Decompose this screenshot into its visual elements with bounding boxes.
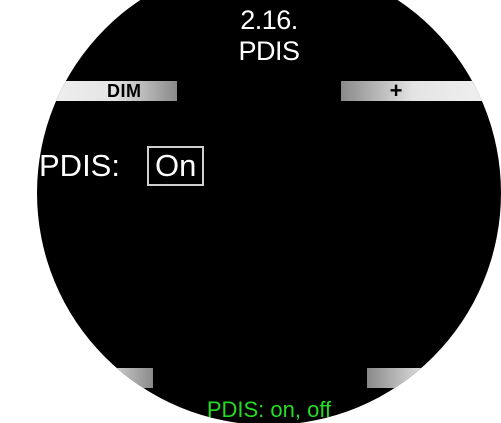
pdis-value-field[interactable]: On [147, 146, 205, 186]
increase-button[interactable]: + [341, 78, 501, 103]
minus-icon: − [411, 365, 425, 390]
menu-number: 2.16. [240, 5, 298, 35]
dim-button[interactable]: DIM [37, 81, 177, 101]
pdis-setting-label: PDIS: [39, 148, 120, 183]
pdis-setting-row: PDIS: On [37, 146, 337, 186]
round-display: 2.16. PDIS DIM + PDIS: On SAVE − PDIS: o… [37, 0, 501, 423]
plus-icon: + [389, 78, 403, 103]
options-hint: PDIS: on, off [206, 397, 332, 422]
save-button-label: SAVE [68, 368, 120, 388]
dim-button-label: DIM [107, 81, 142, 101]
save-button[interactable]: SAVE [37, 368, 153, 388]
device-screen: 2.16. PDIS DIM + PDIS: On SAVE − PDIS: o… [0, 0, 501, 423]
decrease-button[interactable]: − [367, 365, 501, 390]
menu-title: PDIS [238, 36, 300, 66]
